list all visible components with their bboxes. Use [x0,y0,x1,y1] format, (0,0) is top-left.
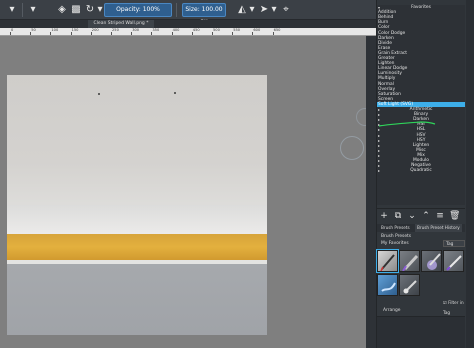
tag-button[interactable]: Tag [443,240,465,247]
ruler-tick-label: 650 [273,28,281,32]
delete-layer-icon[interactable]: 🗑 [449,211,460,221]
brush-preset-airbrush[interactable] [421,250,442,272]
opacity-slider[interactable]: Opacity: 100% [104,3,172,17]
document-tab[interactable]: Clean Striped Wall.png * [88,20,154,28]
green-annotation-stroke [378,121,436,127]
wall-speck [98,93,100,95]
wall-speck [174,92,176,94]
blend-category[interactable]: ▸ Quadratic [377,168,465,173]
blend-mode-dropdown-list[interactable]: ▾ Favorites Addition Behind Burn Color Color D… [377,5,465,205]
brush-presets-title: Brush Presets [381,234,412,239]
ruler-tick-label: 500 [213,28,220,32]
layer-properties-icon[interactable]: ≡ [435,211,445,221]
layer-toolbar: + ⧉ ⌄ ⌃ ≡ 🗑 [377,208,465,222]
ruler-tick-mark [30,32,32,35]
move-down-icon[interactable]: ⌄ [407,211,417,221]
brush-preset-pencil[interactable] [376,249,399,273]
brush-preset-marker[interactable] [399,250,420,272]
bottom-docker [377,316,465,348]
docker-tabs: Brush Presets Brush Preset History [377,224,465,232]
ruler-tick-mark [252,32,254,35]
alpha-lock-icon[interactable]: ▩ [70,4,82,16]
ruler-tick-mark [70,32,72,35]
ruler-tick-label: 550 [233,28,241,32]
ruler-tick-mark [131,32,133,35]
ruler-tick-mark [171,32,173,35]
ruler-tick-mark [272,32,274,35]
document-tab-bar [0,20,376,28]
ruler-tick-mark [10,32,11,35]
canvas-scrollbar[interactable] [366,36,376,348]
ruler-tick-label: 350 [152,28,160,32]
yellow-stripe [7,234,267,260]
ruler-tick-mark [90,32,92,35]
blend-mode-label: Quadratic [410,168,432,174]
eraser-icon[interactable]: ◈ [56,4,68,16]
ruler-tick-mark [191,32,193,35]
arrange-label[interactable]: Arrange [377,307,465,314]
tab-brush-preset-history[interactable]: Brush Preset History [415,224,462,232]
docker-side-toolbar [466,0,474,348]
ruler-tick-label: 100 [51,28,59,32]
horizontal-ruler: 0 50 100 150 200 250 300 350 400 450 500 550 600 650 [0,28,376,36]
tab-brush-presets[interactable]: Brush Presets [379,224,412,232]
ruler-tick-label: 0 [11,28,14,32]
ruler-tick-mark [50,32,52,35]
ruler-tick-label: 300 [132,28,140,32]
brush-settings-icon[interactable]: ▾ [6,4,18,16]
ruler-tick-label: 50 [31,28,36,32]
brush-preset-grid [376,248,465,298]
wrap-dropdown-icon[interactable]: ▾ [268,4,280,16]
ruler-tick-label: 600 [253,28,261,32]
ruler-tick-label: 250 [112,28,119,32]
expand-arrow-icon[interactable]: ▸ [378,168,380,173]
toolbar-separator [176,3,177,17]
ruler-tick-mark [111,32,112,35]
concrete-wall-lower [7,264,267,335]
striped-wall-image[interactable] [7,75,267,335]
blend-mode-dropdown-icon[interactable]: ▾ [27,4,39,16]
ruler-tick-label: 150 [71,28,79,32]
krita-window: ▾ ▾ ◈ ▩ ↻ ▾ Opacity: 100% Size: 100.00 p… [0,0,474,348]
add-layer-icon[interactable]: + [379,211,389,221]
ruler-tick-mark [151,32,153,35]
brush-preset-eraser[interactable] [399,274,420,296]
mirror-dropdown-icon[interactable]: ▾ [246,4,258,16]
duplicate-layer-icon[interactable]: ⧉ [393,211,403,221]
size-slider[interactable]: Size: 100.00 px [182,3,226,25]
brush-preset-blender[interactable] [377,274,398,296]
move-up-icon[interactable]: ⌃ [421,211,431,221]
ruler-tick-mark [232,32,234,35]
ruler-tick-label: 200 [91,28,99,32]
white-band [7,205,267,235]
brush-preset-ink[interactable] [443,250,464,272]
ruler-tick-label: 400 [172,28,180,32]
transform-icon[interactable]: ⌖ [280,4,292,16]
ruler-tick-label: 450 [192,28,200,32]
brush-outline-cursor [340,136,364,160]
ruler-tick-mark [212,32,213,35]
toolbar-separator [22,3,23,17]
tool-options-bar: ▾ ▾ ◈ ▩ ↻ ▾ Opacity: 100% Size: 100.00 p… [0,0,376,25]
